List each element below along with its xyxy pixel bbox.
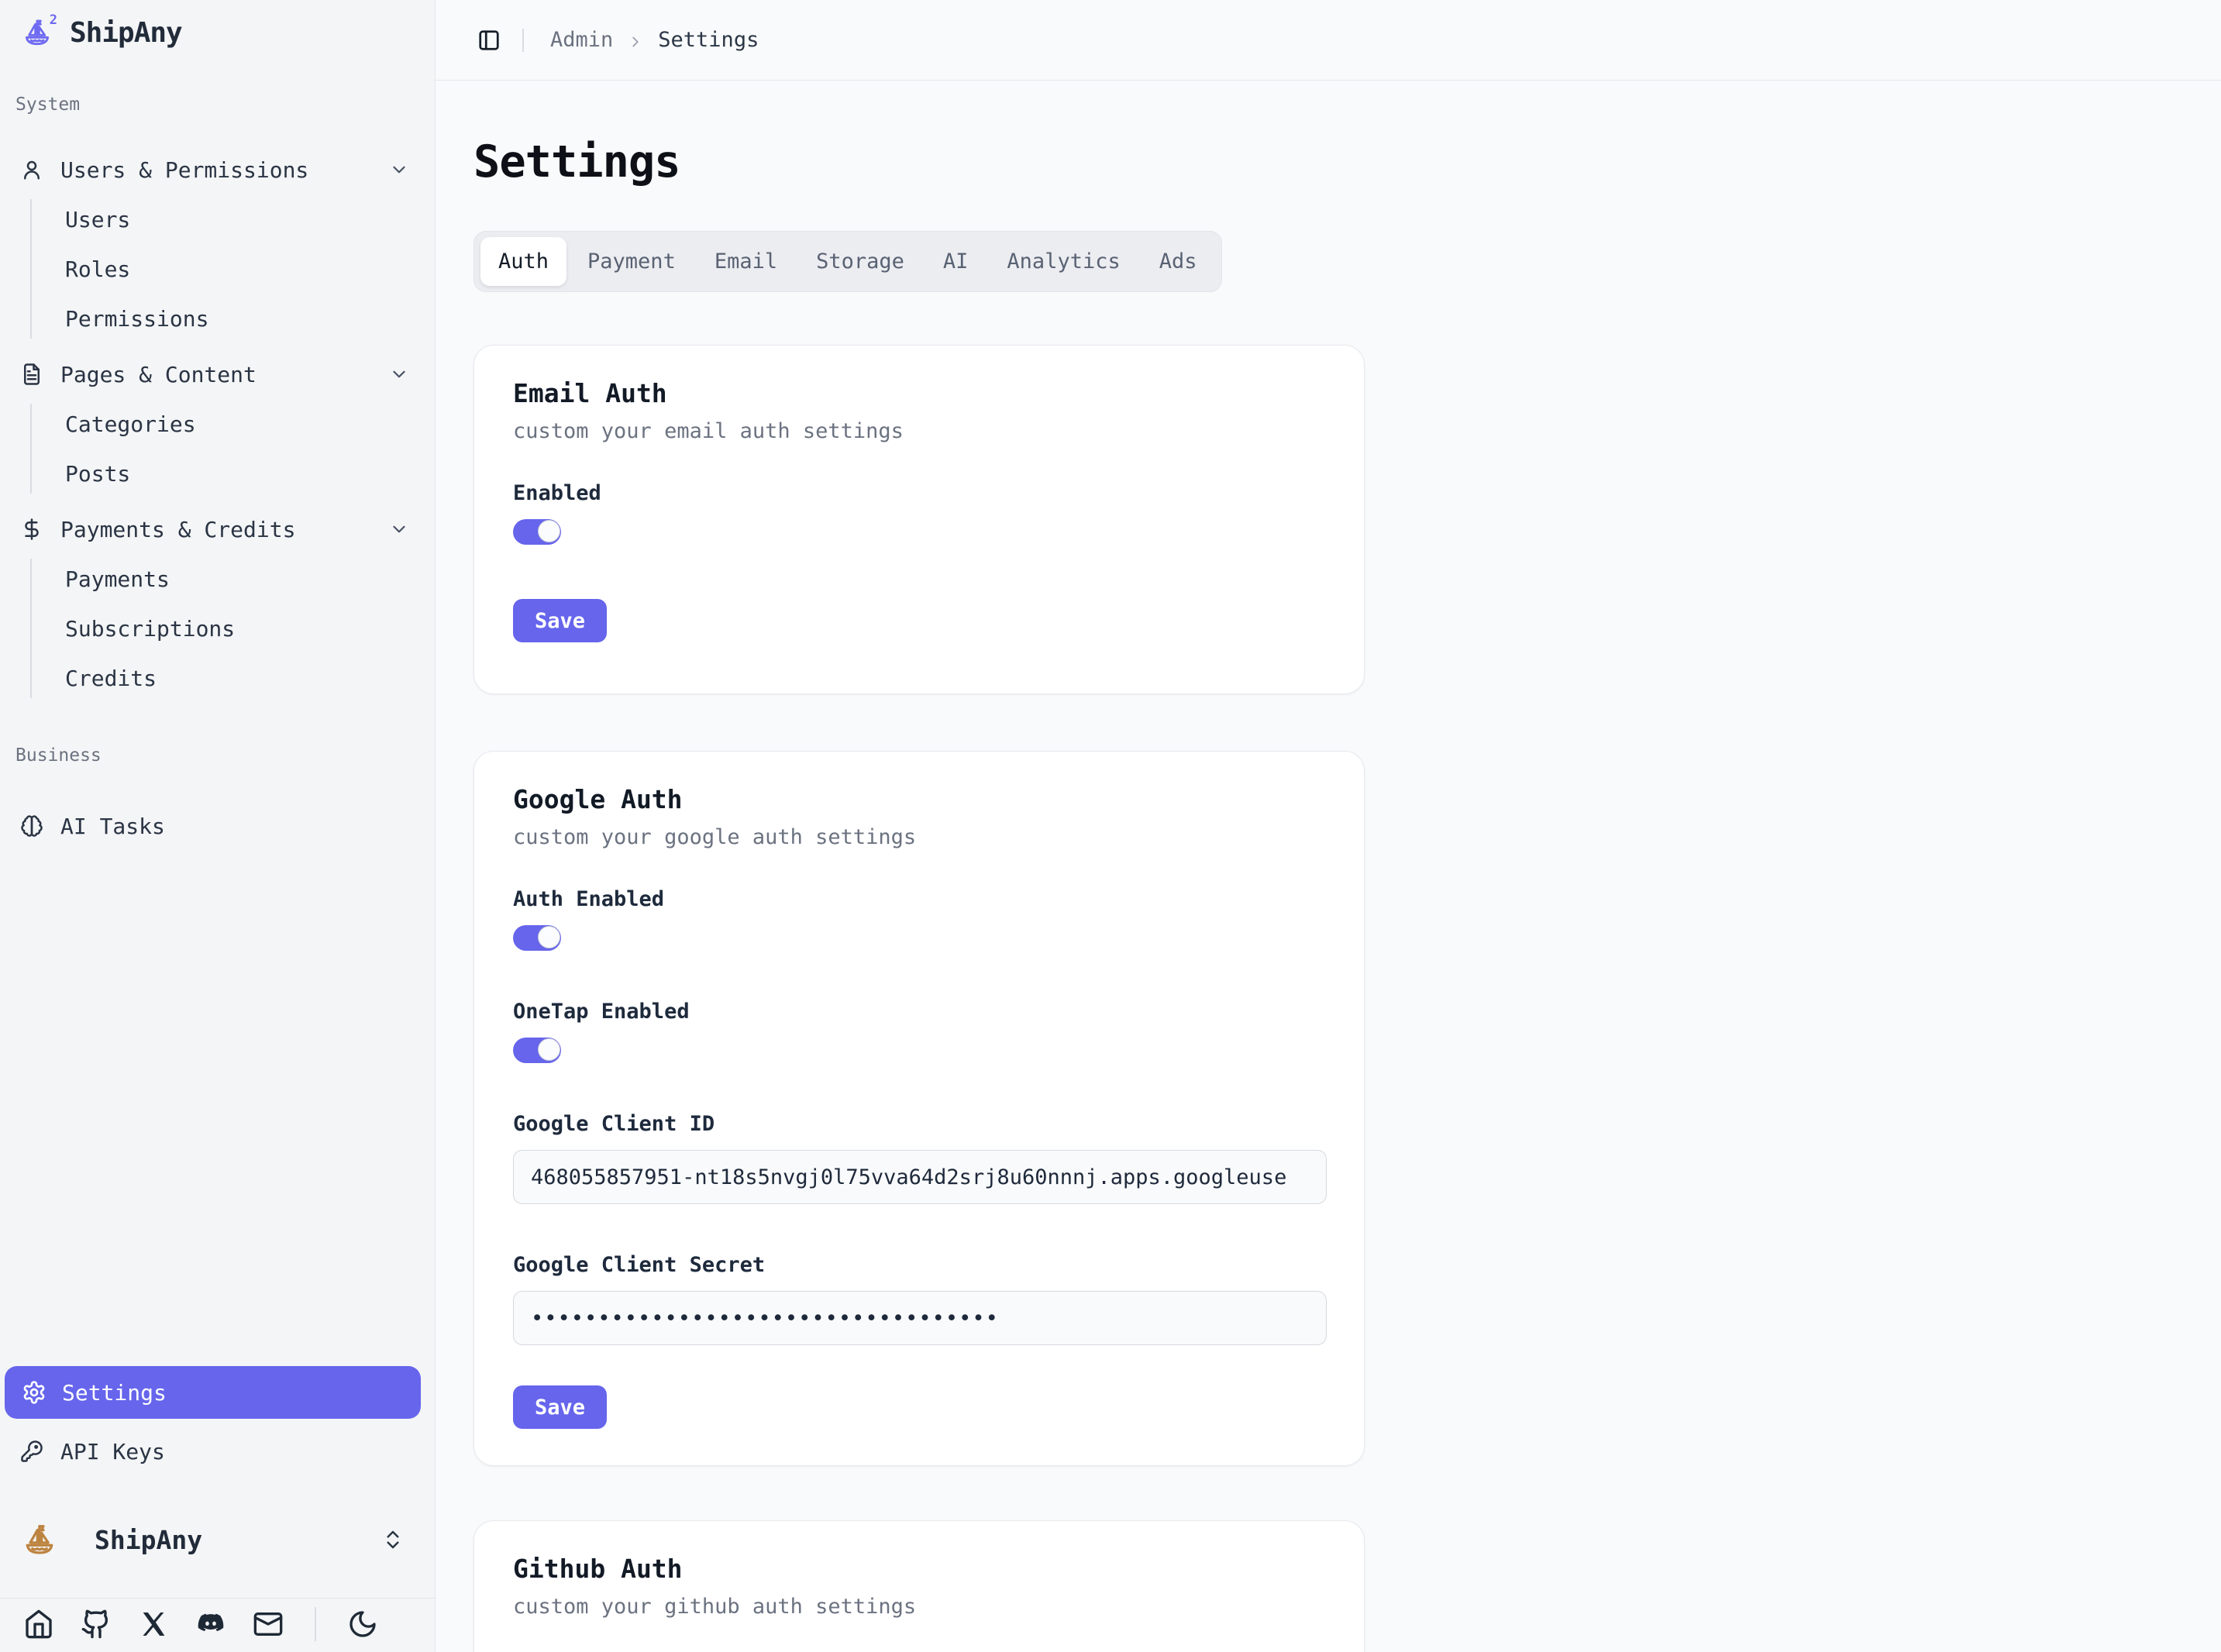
sidebar-toggle-icon[interactable]	[477, 29, 501, 52]
github-auth-card: Github Auth custom your github auth sett…	[473, 1520, 1365, 1652]
save-button[interactable]: Save	[513, 1385, 607, 1429]
card-title: Email Auth	[513, 378, 1325, 409]
brand-logo[interactable]: 2 ShipAny	[22, 12, 182, 53]
sidebar-item-permissions[interactable]: Permissions	[0, 294, 436, 343]
user-icon	[20, 158, 43, 181]
mail-icon[interactable]	[253, 1609, 284, 1640]
switch-knob	[538, 926, 560, 948]
email-auth-card: Email Auth custom your email auth settin…	[473, 345, 1365, 694]
sidebar-item-users-permissions[interactable]: Users & Permissions	[0, 145, 436, 194]
page-title: Settings	[473, 136, 680, 188]
sidebar-section-business: Business	[15, 745, 102, 766]
social-links	[23, 1601, 378, 1647]
card-description: custom your google auth settings	[513, 824, 1325, 851]
google-auth-enabled-switch[interactable]	[513, 925, 561, 951]
github-icon[interactable]	[81, 1609, 112, 1640]
sailboat-icon	[22, 1520, 57, 1559]
settings-tabs: Auth Payment Email Storage AI Analytics …	[473, 231, 1222, 292]
team-switcher[interactable]: ShipAny	[0, 1505, 436, 1575]
gear-icon	[22, 1380, 46, 1405]
brand-name: ShipAny	[70, 17, 182, 49]
chevron-down-icon	[389, 519, 409, 539]
field-label-onetap-enabled: OneTap Enabled	[513, 999, 1325, 1025]
team-name: ShipAny	[95, 1525, 202, 1555]
nav-group-pages-content: Pages & Content Categories Posts	[0, 349, 436, 498]
google-onetap-enabled-switch[interactable]	[513, 1038, 561, 1063]
nav-guide-line	[30, 199, 32, 339]
save-button[interactable]: Save	[513, 599, 607, 642]
nav-label: Pages & Content	[60, 362, 257, 387]
social-separator	[315, 1607, 316, 1641]
chevron-down-icon	[389, 364, 409, 384]
sidebar-item-api-keys[interactable]: API Keys	[0, 1427, 436, 1476]
sailboat-icon: 2	[22, 15, 53, 50]
tab-ads[interactable]: Ads	[1141, 237, 1215, 286]
tab-storage[interactable]: Storage	[798, 237, 922, 286]
nav-label: Payments & Credits	[60, 517, 295, 542]
x-icon[interactable]	[138, 1609, 169, 1640]
nav-guide-line	[30, 559, 32, 698]
sidebar-item-roles[interactable]: Roles	[0, 244, 436, 294]
home-icon[interactable]	[23, 1609, 54, 1640]
breadcrumb-separator	[522, 29, 524, 52]
breadcrumb-admin[interactable]: Admin	[550, 28, 613, 52]
sidebar: 2 ShipAny System Users & Permissions	[0, 0, 436, 1652]
nav-guide-line	[30, 404, 32, 494]
sidebar-item-subscriptions[interactable]: Subscriptions	[0, 604, 436, 653]
sidebar-item-pages-content[interactable]: Pages & Content	[0, 349, 436, 399]
sidebar-item-credits[interactable]: Credits	[0, 653, 436, 703]
nav-label: Users & Permissions	[60, 157, 308, 183]
brain-icon	[20, 814, 43, 838]
chevron-down-icon	[389, 160, 409, 180]
sidebar-divider	[0, 1598, 436, 1599]
file-text-icon	[20, 363, 43, 386]
shipany-admin-app: 2 ShipAny System Users & Permissions	[0, 0, 2221, 1652]
google-client-secret-input[interactable]	[513, 1291, 1327, 1345]
sidebar-section-system: System	[15, 95, 80, 115]
nav-group-users-permissions: Users & Permissions Users Roles Permissi…	[0, 145, 436, 343]
field-label-google-client-id: Google Client ID	[513, 1111, 1325, 1137]
card-title: Github Auth	[513, 1554, 1325, 1585]
sidebar-item-payments-credits[interactable]: Payments & Credits	[0, 504, 436, 554]
tab-ai[interactable]: AI	[925, 237, 987, 286]
sidebar-item-users[interactable]: Users	[0, 194, 436, 244]
google-auth-card: Google Auth custom your google auth sett…	[473, 751, 1365, 1466]
breadcrumb: Admin Settings	[550, 28, 759, 52]
breadcrumb-current: Settings	[658, 28, 759, 52]
nav-group-payments-credits: Payments & Credits Payments Subscription…	[0, 504, 436, 703]
nav-label: API Keys	[60, 1439, 165, 1464]
field-label-enabled: Enabled	[513, 480, 1325, 507]
tab-auth[interactable]: Auth	[480, 237, 566, 286]
field-label-google-client-secret: Google Client Secret	[513, 1252, 1325, 1279]
field-label-auth-enabled: Auth Enabled	[513, 886, 1325, 913]
switch-knob	[538, 520, 560, 542]
email-enabled-switch[interactable]	[513, 519, 561, 545]
tab-analytics[interactable]: Analytics	[989, 237, 1138, 286]
key-icon	[20, 1440, 43, 1463]
discord-icon[interactable]	[195, 1609, 226, 1640]
google-client-id-input[interactable]	[513, 1150, 1327, 1204]
sidebar-item-ai-tasks[interactable]: AI Tasks	[0, 801, 436, 851]
nav-label: Settings	[62, 1380, 167, 1406]
chevrons-up-down-icon	[381, 1528, 405, 1551]
topbar: Admin Settings	[436, 0, 2221, 81]
logo-badge: 2	[50, 12, 57, 28]
card-title: Google Auth	[513, 784, 1325, 815]
switch-knob	[538, 1038, 560, 1061]
nav-label: AI Tasks	[60, 814, 165, 839]
moon-icon[interactable]	[347, 1609, 378, 1640]
sidebar-item-payments[interactable]: Payments	[0, 554, 436, 604]
chevron-right-icon	[627, 32, 644, 49]
sidebar-item-posts[interactable]: Posts	[0, 449, 436, 498]
card-description: custom your github auth settings	[513, 1594, 1325, 1620]
sidebar-nav: Users & Permissions Users Roles Permissi…	[0, 145, 436, 709]
sidebar-item-settings[interactable]: Settings	[5, 1366, 421, 1419]
main-content: Admin Settings Settings Auth Payment Ema…	[436, 0, 2221, 1652]
dollar-icon	[20, 518, 43, 541]
tab-email[interactable]: Email	[697, 237, 795, 286]
tab-payment[interactable]: Payment	[570, 237, 694, 286]
card-description: custom your email auth settings	[513, 418, 1325, 445]
sidebar-item-categories[interactable]: Categories	[0, 399, 436, 449]
